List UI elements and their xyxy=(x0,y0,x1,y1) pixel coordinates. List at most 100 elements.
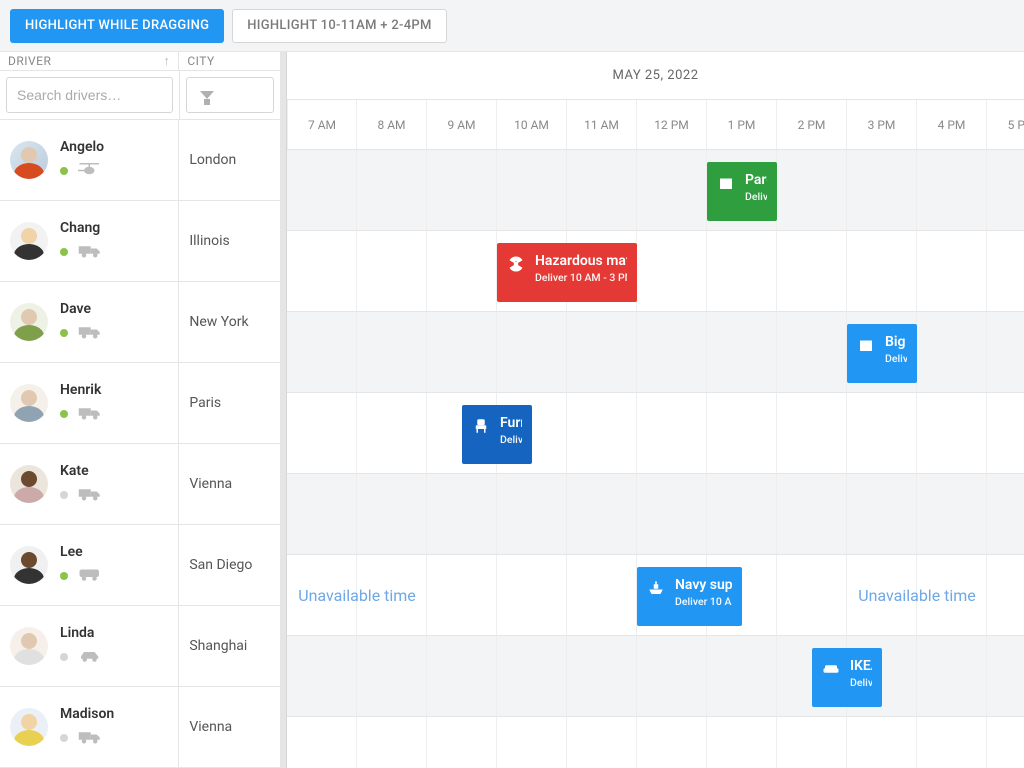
schedule-row[interactable] xyxy=(287,717,1024,768)
status-dot-icon xyxy=(60,653,68,661)
driver-meta xyxy=(60,728,114,748)
avatar xyxy=(10,465,48,503)
driver-name: Linda xyxy=(60,625,102,641)
driver-name: Madison xyxy=(60,706,114,722)
driver-cell: Henrik xyxy=(0,363,179,443)
avatar xyxy=(10,141,48,179)
driver-meta xyxy=(60,404,102,424)
driver-row[interactable]: HenrikParis xyxy=(0,363,280,444)
time-header: 7 AM8 AM9 AM10 AM11 AM12 PM1 PM2 PM3 PM4… xyxy=(287,100,1024,150)
event-subtitle: Deliver xyxy=(885,352,907,365)
driver-info: Dave xyxy=(60,301,102,343)
time-header-cell: 8 AM xyxy=(357,100,427,149)
box-icon xyxy=(857,336,875,354)
highlight-fixed-times-button[interactable]: HIGHLIGHT 10-11AM + 2-4PM xyxy=(232,9,446,43)
filter-row xyxy=(0,71,280,120)
event-subtitle: Deliver xyxy=(850,676,872,689)
scheduled-event[interactable]: IKEA Deliver xyxy=(812,648,882,707)
highlight-while-dragging-button[interactable]: HIGHLIGHT WHILE DRAGGING xyxy=(10,9,224,43)
event-title: Parcel xyxy=(745,172,767,188)
scheduled-event[interactable]: Hazardous materialDeliver 10 AM - 3 PM xyxy=(497,243,637,302)
city-cell: Vienna xyxy=(179,687,280,767)
driver-meta xyxy=(60,242,102,262)
column-header-driver-label: DRIVER xyxy=(8,54,51,68)
panel-splitter[interactable] xyxy=(281,52,287,768)
chair-icon xyxy=(472,417,490,435)
driver-row[interactable]: DaveNew York xyxy=(0,282,280,363)
event-subtitle: Deliver 10 AM - 3 PM xyxy=(535,271,627,284)
filter-icon[interactable] xyxy=(200,91,214,99)
city-cell: London xyxy=(179,120,280,200)
column-header-city-label: CITY xyxy=(187,54,214,68)
unavailable-time: Unavailable time xyxy=(847,555,987,635)
status-dot-icon xyxy=(60,734,68,742)
schedule-row[interactable]: ParcelDeliver xyxy=(287,150,1024,231)
driver-row[interactable]: Madison Vienna xyxy=(0,687,280,768)
time-header-cell: 7 AM xyxy=(287,100,357,149)
status-dot-icon xyxy=(60,410,68,418)
time-header-cell: 12 PM xyxy=(637,100,707,149)
search-wrap xyxy=(6,77,173,113)
driver-row[interactable]: Angelo London xyxy=(0,120,280,201)
driver-name: Angelo xyxy=(60,139,104,155)
driver-info: Linda xyxy=(60,625,102,667)
helicopter-icon xyxy=(78,161,102,181)
driver-info: Angelo xyxy=(60,139,104,181)
status-dot-icon xyxy=(60,248,68,256)
scheduled-event[interactable]: Navy suppliesDeliver 10 AM xyxy=(637,567,742,626)
box-icon xyxy=(717,174,735,192)
schedule-body[interactable]: ParcelDeliverHazardous materialDeliver 1… xyxy=(287,150,1024,768)
event-title: Navy supplies xyxy=(675,577,732,593)
column-header-city[interactable]: CITY xyxy=(179,52,280,70)
driver-row[interactable]: LindaShanghai xyxy=(0,606,280,687)
avatar xyxy=(10,627,48,665)
schedule-row[interactable]: Unavailable time Unavailable time Navy sup… xyxy=(287,555,1024,636)
driver-meta xyxy=(60,647,102,667)
status-dot-icon xyxy=(60,167,68,175)
schedule-row[interactable]: IKEA Deliver xyxy=(287,636,1024,717)
event-title: IKEA xyxy=(850,658,872,674)
truck-icon xyxy=(78,323,102,343)
truck-icon xyxy=(78,728,102,748)
driver-meta xyxy=(60,323,102,343)
time-header-cell: 9 AM xyxy=(427,100,497,149)
search-input[interactable] xyxy=(15,86,200,104)
event-text: Hazardous materialDeliver 10 AM - 3 PM xyxy=(535,253,627,292)
scheduled-event[interactable]: Big boxDeliver xyxy=(847,324,917,383)
schedule-row[interactable] xyxy=(287,474,1024,555)
unavailable-time: Unavailable time xyxy=(287,555,427,635)
driver-cell: Chang xyxy=(0,201,179,281)
driver-row[interactable]: ChangIllinois xyxy=(0,201,280,282)
avatar xyxy=(10,708,48,746)
driver-info: Henrik xyxy=(60,382,102,424)
scheduled-event[interactable]: FurnitureDeliver xyxy=(462,405,532,464)
driver-row[interactable]: LeeSan Diego xyxy=(0,525,280,606)
time-header-cell: 4 PM xyxy=(917,100,987,149)
time-header-cell: 1 PM xyxy=(707,100,777,149)
avatar xyxy=(10,546,48,584)
driver-info: Chang xyxy=(60,220,102,262)
driver-panel: DRIVER ↑ CITY AngeloLondonChangIllinoisD… xyxy=(0,52,281,768)
city-cell: Vienna xyxy=(179,444,280,524)
ship-icon xyxy=(647,579,665,597)
time-header-cell: 3 PM xyxy=(847,100,917,149)
avatar xyxy=(10,384,48,422)
filter-cell-driver xyxy=(0,71,180,119)
driver-meta xyxy=(60,161,104,181)
schedule-row[interactable]: Hazardous materialDeliver 10 AM - 3 PM xyxy=(287,231,1024,312)
driver-row[interactable]: Kate Vienna xyxy=(0,444,280,525)
driver-info: Madison xyxy=(60,706,114,748)
event-subtitle: Deliver xyxy=(500,433,522,446)
event-text: FurnitureDeliver xyxy=(500,415,522,454)
schedule-row[interactable]: Big boxDeliver xyxy=(287,312,1024,393)
status-dot-icon xyxy=(60,329,68,337)
status-dot-icon xyxy=(60,491,68,499)
status-dot-icon xyxy=(60,572,68,580)
avatar xyxy=(10,303,48,341)
scheduled-event[interactable]: ParcelDeliver xyxy=(707,162,777,221)
driver-info: Kate xyxy=(60,463,102,505)
schedule-row[interactable]: FurnitureDeliver xyxy=(287,393,1024,474)
column-headers: DRIVER ↑ CITY xyxy=(0,52,280,71)
column-header-driver[interactable]: DRIVER ↑ xyxy=(0,52,179,70)
event-text: Big boxDeliver xyxy=(885,334,907,373)
